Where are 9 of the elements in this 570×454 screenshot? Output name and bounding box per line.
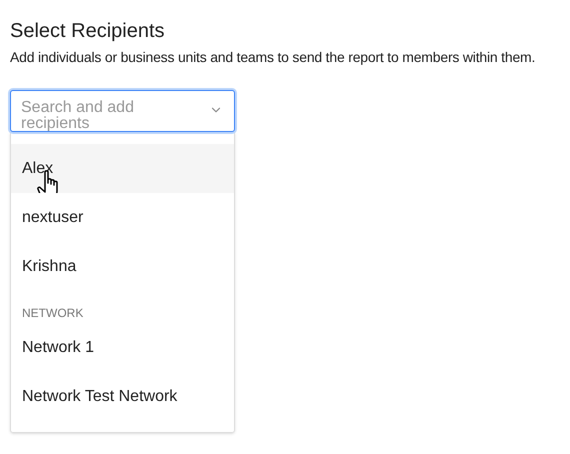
- recipient-option[interactable]: Krishna: [11, 242, 234, 291]
- description-text: Add individuals or business units and teams to send the report to members within them.: [10, 48, 536, 67]
- page-title: Select Recipients: [10, 19, 166, 44]
- group-header: NETWORK: [21, 305, 84, 322]
- recipient-option[interactable]: Network Test Network: [11, 372, 234, 421]
- recipient-option[interactable]: Alex: [11, 144, 234, 193]
- search-field[interactable]: Search and add recipients: [10, 90, 235, 132]
- recipient-option[interactable]: Network 1: [11, 323, 234, 372]
- recipient-option[interactable]: nextuser: [11, 193, 234, 242]
